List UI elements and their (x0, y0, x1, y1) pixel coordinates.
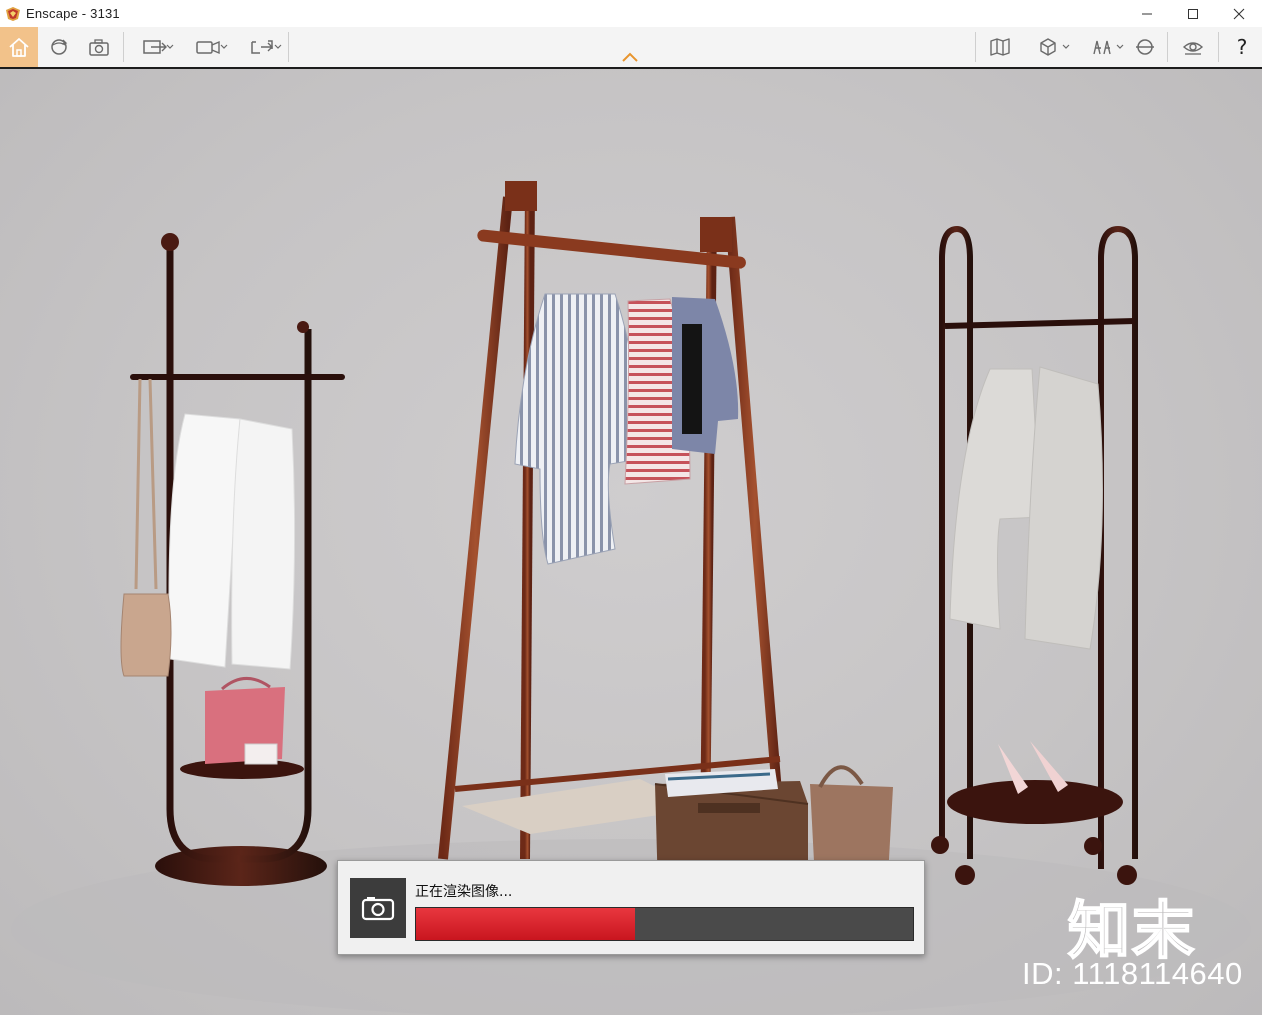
toolbar-divider (1218, 32, 1219, 62)
toolbar-divider (288, 32, 289, 62)
window-title: Enscape - 3131 (26, 6, 120, 21)
chevron-down-icon (274, 44, 282, 49)
video-button[interactable] (185, 27, 231, 67)
section-button[interactable] (1131, 27, 1159, 67)
eye-icon (1182, 42, 1204, 55)
chevron-down-icon (1116, 44, 1124, 49)
close-icon (1233, 8, 1245, 19)
home-button[interactable] (0, 27, 38, 67)
home-icon (9, 38, 29, 57)
map-button[interactable] (985, 27, 1015, 67)
chevron-down-icon (166, 44, 174, 49)
export-button[interactable] (133, 27, 177, 67)
map-icon (990, 38, 1010, 56)
title-bar: Enscape - 3131 (0, 0, 1262, 27)
chevron-down-icon (1062, 44, 1070, 49)
people-button[interactable] (1077, 27, 1127, 67)
minimize-button[interactable] (1124, 0, 1170, 27)
visibility-button[interactable] (1177, 27, 1209, 67)
camera-icon-box (350, 878, 406, 938)
close-button[interactable] (1216, 0, 1262, 27)
screenshot-icon (89, 39, 109, 56)
chevron-down-icon (220, 44, 228, 49)
render-progress-dialog: 正在渲染图像... (337, 860, 925, 955)
video-icon (196, 40, 220, 55)
section-icon (1136, 39, 1154, 55)
enscape-logo-icon (5, 6, 21, 22)
toolbar-divider (123, 32, 124, 62)
left-coat-rack (120, 233, 345, 886)
maximize-button[interactable] (1170, 0, 1216, 27)
export-icon (143, 40, 167, 54)
people-icon (1093, 40, 1111, 55)
main-toolbar: ? (0, 27, 1262, 69)
toolbar-divider (1167, 32, 1168, 62)
camera-icon (361, 897, 395, 921)
help-button[interactable]: ? (1226, 27, 1258, 67)
screenshot-button[interactable] (84, 27, 114, 67)
panorama-icon (251, 40, 273, 54)
help-label: ? (1236, 35, 1248, 59)
render-status-text: 正在渲染图像... (415, 884, 513, 900)
render-progress-bar (415, 907, 914, 941)
panorama-button[interactable] (239, 27, 285, 67)
maximize-icon (1188, 8, 1198, 19)
minimize-icon (1142, 13, 1152, 14)
orbit-icon (51, 39, 68, 55)
render-progress-fill (416, 908, 635, 940)
orbit-button[interactable] (44, 27, 74, 67)
cube-icon (1040, 38, 1056, 56)
collapse-toolbar-icon[interactable] (621, 51, 639, 63)
asset-library-button[interactable] (1023, 27, 1073, 67)
toolbar-divider (975, 32, 976, 62)
right-coat-rack (931, 225, 1138, 885)
image-id-label: ID: 1118114640 (1022, 956, 1243, 991)
